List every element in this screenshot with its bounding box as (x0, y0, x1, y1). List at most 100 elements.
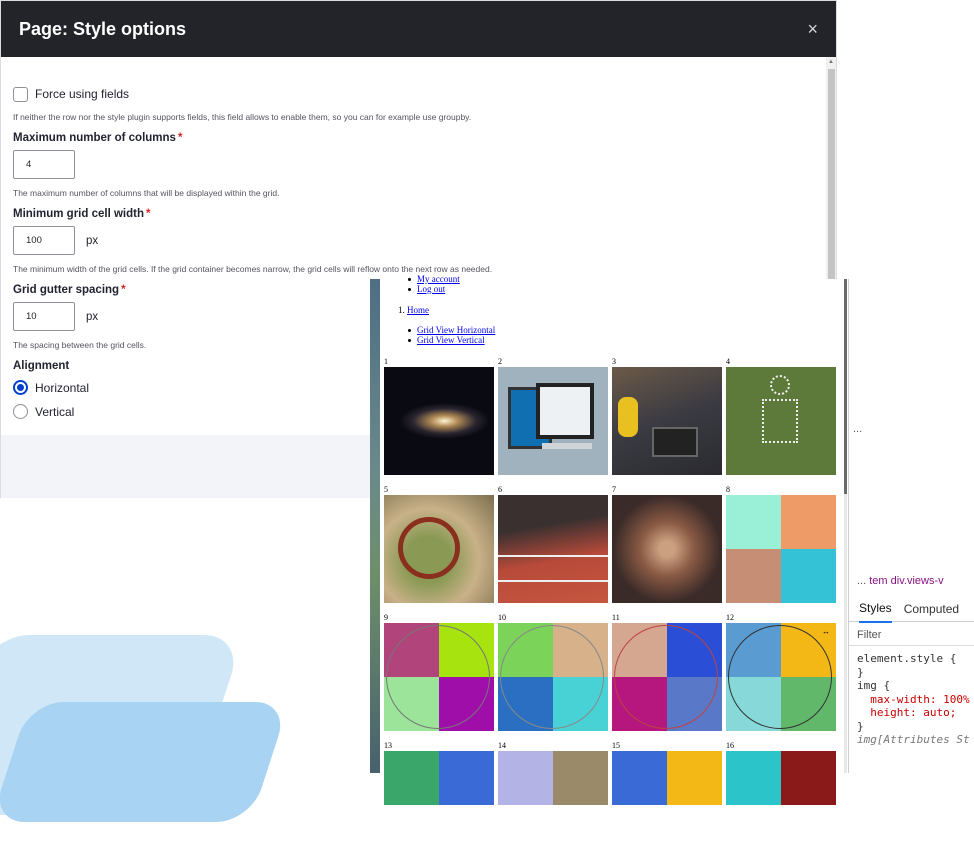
my-account-link[interactable]: My account (417, 274, 460, 284)
devtools-breadcrumb: ... tem div.views-v (857, 575, 944, 587)
close-icon[interactable]: × (807, 19, 818, 40)
tab-styles[interactable]: Styles (859, 595, 892, 623)
bullet-icon (408, 277, 411, 281)
horizontal-label[interactable]: Horizontal (35, 381, 89, 395)
bullet-icon (408, 287, 411, 291)
min-width-label-text: Minimum grid cell width (13, 208, 144, 220)
gutter-label-text: Grid gutter spacing (13, 284, 120, 296)
grid-item[interactable]: 8 (726, 485, 836, 603)
grid-item[interactable]: 3 (612, 357, 722, 475)
devices-image[interactable] (498, 367, 608, 475)
breadcrumb-class[interactable]: div.views-v (891, 575, 944, 587)
min-width-label: Minimum grid cell width * (13, 208, 824, 220)
grid-item[interactable]: 9 (384, 613, 494, 731)
log-out-link[interactable]: Log out (417, 284, 445, 294)
min-width-description: The minimum width of the grid cells. If … (13, 264, 493, 274)
grid-item-number: 1 (384, 357, 388, 366)
grid-item-number: 6 (498, 485, 502, 494)
grid-item-number: 16 (726, 741, 734, 750)
grass-figure-image[interactable] (726, 367, 836, 475)
breadcrumb-number: 1. (398, 305, 405, 315)
grid-item[interactable]: 13 (384, 741, 494, 859)
color-quadrant-image[interactable] (498, 623, 608, 731)
grid-item[interactable]: 12 ↔ (726, 613, 836, 731)
preview-page: My account Log out 1. Home Grid View Hor… (380, 274, 846, 805)
gutter-input[interactable]: 10 (13, 302, 75, 331)
grid-item[interactable]: 6 (498, 485, 608, 603)
view-links: Grid View Horizontal Grid View Vertical (408, 325, 495, 345)
grid-item[interactable]: 11 (612, 613, 722, 731)
required-marker: * (145, 208, 151, 220)
max-columns-label: Maximum number of columns * (13, 132, 824, 144)
color-blocks-image[interactable] (726, 495, 836, 603)
home-link[interactable]: Home (407, 305, 429, 315)
dialog-title: Page: Style options (19, 18, 187, 39)
breadcrumb-ellipsis[interactable]: ... (857, 575, 866, 587)
color-quadrant-image[interactable] (384, 751, 494, 859)
grid-item[interactable]: 14 (498, 741, 608, 859)
divider (849, 645, 974, 646)
gutter-unit: px (86, 310, 99, 323)
required-marker: * (177, 132, 183, 144)
grid-item-number: 7 (612, 485, 616, 494)
devtools-tabs: Styles Computed (849, 595, 974, 623)
force-fields-label[interactable]: Force using fields (35, 87, 129, 101)
vertical-label[interactable]: Vertical (35, 405, 74, 419)
grid-item[interactable]: 1 (384, 357, 494, 475)
menu-item: Log out (408, 284, 460, 294)
view-link-item: Grid View Horizontal (408, 325, 495, 335)
grid-item-number: 13 (384, 741, 392, 750)
preview-scrollbar[interactable] (844, 279, 847, 773)
color-quadrant-image[interactable] (612, 751, 722, 859)
grid-item[interactable]: 2 (498, 357, 608, 475)
breadcrumb: 1. Home (398, 305, 429, 315)
desktop-wallpaper-strip (370, 279, 380, 773)
css-rules: element.style { } img { max-width: 100% … (857, 652, 970, 747)
force-fields-checkbox[interactable] (13, 86, 28, 102)
grid-item[interactable]: 10 (498, 613, 608, 731)
color-quadrant-image[interactable] (384, 623, 494, 731)
force-fields-row[interactable]: Force using fields (13, 85, 824, 103)
grid-item-number: 5 (384, 485, 388, 494)
grid-item[interactable]: 7 (612, 485, 722, 603)
grid-item[interactable]: 4 (726, 357, 836, 475)
grid-item[interactable]: 5 (384, 485, 494, 603)
tab-computed[interactable]: Computed (904, 602, 959, 616)
hands-image[interactable] (612, 495, 722, 603)
grid-item-number: 9 (384, 613, 388, 622)
scroll-up-icon[interactable]: ▲ (828, 59, 834, 65)
max-columns-description: The maximum number of columns that will … (13, 188, 280, 198)
galaxy-image[interactable] (384, 367, 494, 475)
runners-image[interactable] (498, 495, 608, 603)
color-quadrant-image[interactable]: ↔ (726, 623, 836, 731)
grid-item-number: 8 (726, 485, 730, 494)
color-quadrant-image[interactable] (726, 751, 836, 859)
vertical-radio[interactable] (13, 404, 28, 419)
code-line: } (857, 719, 864, 733)
background-shape (0, 702, 290, 822)
css-property[interactable]: max-width: 100% (870, 693, 969, 706)
resize-icon: ↔ (822, 627, 830, 636)
min-width-row: 100 px (13, 226, 824, 255)
code-line: element.style { (857, 652, 957, 665)
filter-input[interactable]: Filter (857, 629, 881, 641)
grid-item-number: 10 (498, 613, 506, 622)
max-columns-input[interactable]: 4 (13, 150, 75, 179)
color-quadrant-image[interactable] (498, 751, 608, 859)
more-icon[interactable]: ... (853, 423, 862, 435)
color-quadrant-image[interactable] (612, 623, 722, 731)
grid-item-number: 2 (498, 357, 502, 366)
css-property[interactable]: height: auto; (870, 706, 956, 719)
grid-view-horizontal-link[interactable]: Grid View Horizontal (417, 325, 495, 335)
people-laptops-image[interactable] (612, 367, 722, 475)
dialog-header: Page: Style options × (1, 1, 836, 57)
horizontal-radio[interactable] (13, 380, 28, 395)
grid-view-vertical-link[interactable]: Grid View Vertical (417, 335, 485, 345)
grid-item[interactable]: 15 (612, 741, 722, 859)
menu-item: My account (408, 274, 460, 284)
preview-scrollbar-thumb[interactable] (844, 279, 847, 494)
grid-item[interactable]: 16 (726, 741, 836, 859)
breadcrumb-tag[interactable]: tem (869, 575, 887, 587)
min-width-input[interactable]: 100 (13, 226, 75, 255)
glasses-image[interactable] (384, 495, 494, 603)
